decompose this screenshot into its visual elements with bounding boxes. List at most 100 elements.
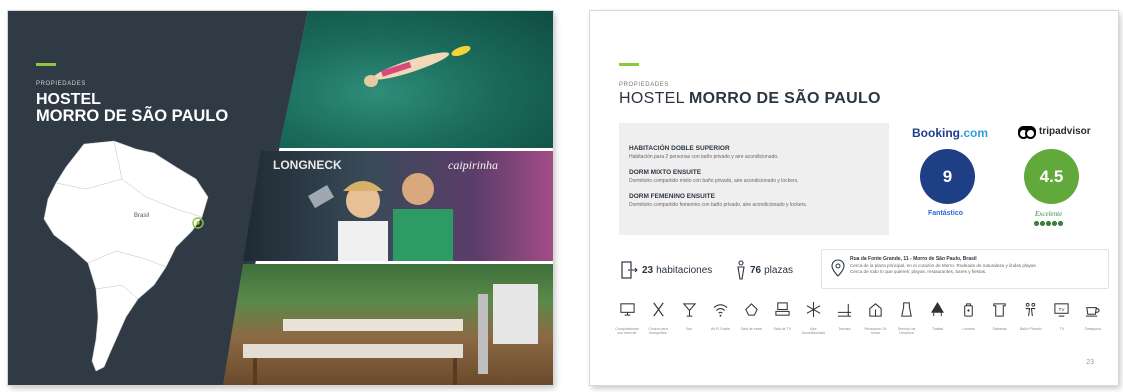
- amenity-item: Sala de TV: [770, 301, 794, 336]
- section-eyebrow: PROPIEDADES: [619, 82, 669, 88]
- snorkel-illustration: [364, 45, 471, 87]
- room-item: HABITACIÓN DOBLE SUPERIOR Habitación par…: [629, 145, 889, 160]
- amenity-label: Computadores con Internet: [615, 327, 639, 336]
- terrace-photo: [223, 264, 553, 385]
- rating-bubble-icon: [1052, 221, 1057, 226]
- amenity-item: Wi-Fi Gratis: [708, 301, 732, 336]
- booking-logo: Booking.com: [912, 126, 988, 140]
- bathroom-icon: [1026, 302, 1036, 317]
- amenity-label: Aire Acondicionado: [801, 327, 826, 336]
- beds-stat: 76 plazas: [735, 260, 793, 280]
- sheets-icon: [993, 303, 1006, 317]
- amenity-item: Servicio de Limpieza: [895, 301, 919, 336]
- rating-bubble-icon: [1058, 221, 1063, 226]
- amenity-label: Sala de TV: [773, 327, 792, 331]
- wifi-icon: [713, 304, 728, 317]
- room-description: Dormitorio compartido mixto con baño pri…: [629, 178, 799, 184]
- beds-label: plazas: [764, 264, 794, 276]
- amenity-item: Toallas: [926, 301, 950, 336]
- booking-score-label: Fantástico: [928, 210, 964, 217]
- accent-bar: [619, 63, 639, 66]
- tripadvisor-rating-bubbles: [1034, 221, 1063, 226]
- amenity-label: Servicio de Limpieza: [897, 327, 916, 336]
- svg-text:LONGNECK: LONGNECK: [273, 158, 342, 172]
- page-title: HOSTEL MORRO DE SÃO PAULO: [619, 90, 881, 108]
- amenity-item: Lockers: [957, 301, 981, 336]
- snorkel-photo: [279, 11, 553, 148]
- address-title: Rua da Fonte Grande, 11 - Morro de São P…: [850, 256, 977, 262]
- title-line-1: HOSTEL: [36, 91, 101, 108]
- rooms-stat: 23 habitaciones: [619, 260, 712, 280]
- amenity-item: Desayuno: [1081, 301, 1105, 336]
- page-title: HOSTEL MORRO DE SÃO PAULO: [36, 91, 228, 125]
- bar-photo: LONGNECK caipirinha: [243, 151, 553, 261]
- accent-bar: [36, 63, 56, 66]
- rating-bubble-icon: [1046, 221, 1051, 226]
- room-item: DORM MIXTO ENSUITE Dormitorio compartido…: [629, 169, 889, 184]
- amenity-label: Wi-Fi Gratis: [710, 327, 730, 331]
- amenity-label: Toallas: [932, 327, 944, 331]
- tripadvisor-owl-icon: [1018, 126, 1036, 139]
- amenity-label: Baño Privado: [1020, 327, 1042, 331]
- amenity-label: Lockers: [962, 327, 975, 331]
- address-panel: Rua da Fonte Grande, 11 - Morro de São P…: [821, 249, 1109, 289]
- tripadvisor-brand: tripadvisor: [1039, 126, 1091, 137]
- rating-bubble-icon: [1034, 221, 1039, 226]
- rooms-count: 23: [642, 264, 654, 276]
- cleaning-icon: [901, 302, 912, 317]
- booking-brand: Booking: [912, 126, 960, 140]
- person-icon: [737, 260, 745, 280]
- terrace-illustration: [243, 284, 538, 385]
- tripadvisor-logo: tripadvisor: [1018, 126, 1091, 139]
- section-eyebrow: PROPIEDADES: [36, 81, 86, 87]
- amenity-label: TV: [1059, 327, 1065, 331]
- title-line-2: MORRO DE SÃO PAULO: [36, 107, 229, 125]
- room-name: DORM MIXTO ENSUITE: [629, 169, 702, 176]
- amenity-item: TV TV: [1050, 301, 1074, 336]
- reception-icon: [869, 303, 882, 317]
- location-pin-icon: [831, 259, 845, 277]
- right-page: PROPIEDADES HOSTEL MORRO DE SÃO PAULO HA…: [590, 11, 1118, 385]
- towels-icon: [931, 301, 945, 317]
- amenity-item: Bar: [677, 301, 701, 336]
- amenity-item: Sábanas: [988, 301, 1012, 336]
- room-types-panel: HABITACIÓN DOBLE SUPERIOR Habitación par…: [619, 123, 889, 235]
- amenity-item: Aire Acondicionado: [801, 301, 825, 336]
- south-america-map: [43, 140, 209, 372]
- amenity-item: Sala de estar: [739, 301, 763, 336]
- room-name: HABITACIÓN DOBLE SUPERIOR: [629, 145, 730, 152]
- lockers-icon: [964, 303, 973, 317]
- kitchen-icon: [652, 302, 664, 317]
- title-bold: MORRO DE SÃO PAULO: [688, 90, 881, 107]
- lounge-icon: [744, 303, 758, 316]
- left-page: PROPIEDADES HOSTEL MORRO DE SÃO PAULO Br…: [8, 11, 553, 385]
- page-number: 23: [1086, 359, 1094, 366]
- room-description: Habitación para 2 personas con baño priv…: [629, 154, 779, 160]
- title-prefix: HOSTEL: [619, 90, 685, 107]
- beds-count: 76: [750, 264, 762, 276]
- address-line-2: Cerca de todo lo que quieres: playas, re…: [850, 269, 987, 274]
- rooms-label: habitaciones: [656, 264, 713, 276]
- booking-brand-suffix: .com: [960, 126, 989, 140]
- amenity-label: Sábanas: [992, 327, 1007, 331]
- computer-icon: [619, 303, 635, 316]
- amenity-label: Terraza: [838, 327, 851, 331]
- ac-icon: [806, 301, 821, 318]
- breakfast-icon: [1086, 307, 1101, 317]
- door-icon: [621, 261, 638, 279]
- amenity-item: Computadores con Internet: [615, 301, 639, 336]
- room-name: DORM FEMENINO ENSUITE: [629, 193, 715, 200]
- amenity-label: Sala de estar: [740, 327, 762, 331]
- booking-score-badge: 9: [920, 149, 975, 204]
- rating-bubble-icon: [1040, 221, 1045, 226]
- amenity-item: Terraza: [832, 301, 856, 336]
- amenity-label: Bar: [686, 327, 692, 331]
- amenity-item: Baño Privado: [1019, 301, 1043, 336]
- tripadvisor-score-badge: 4.5: [1024, 149, 1079, 204]
- amenity-item: Cocina para huéspedes: [646, 301, 670, 336]
- svg-text:TV: TV: [1059, 307, 1066, 313]
- amenities-row: Computadores con Internet Cocina para hu…: [615, 301, 1105, 336]
- room-description: Dormitorio compartido femenino con baño …: [629, 202, 808, 208]
- address-line-1: Cerca de la plaza principal, en el coraz…: [850, 263, 1037, 268]
- amenity-label: Cocina para huéspedes: [648, 327, 668, 336]
